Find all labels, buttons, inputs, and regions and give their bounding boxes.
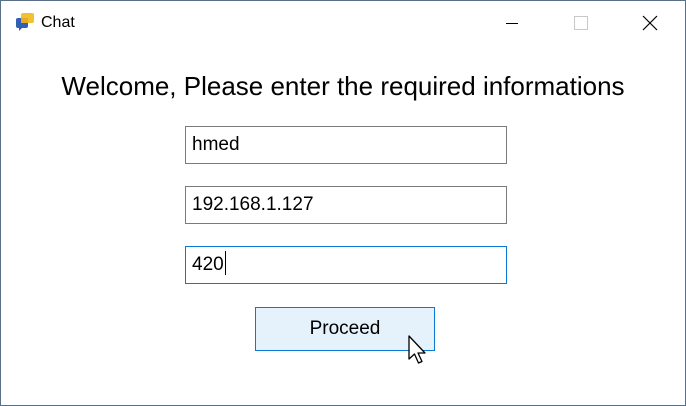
welcome-heading: Welcome, Please enter the required infor…: [61, 71, 625, 101]
mouse-pointer-icon: [408, 335, 426, 364]
port-value: 420: [192, 254, 224, 275]
username-field[interactable]: hmed: [185, 126, 507, 164]
minimize-button[interactable]: [489, 1, 535, 45]
close-icon: [642, 15, 658, 31]
maximize-button[interactable]: [558, 1, 604, 45]
ip-address-value: 192.168.1.127: [192, 194, 314, 215]
chat-app-icon: [15, 12, 35, 32]
title-bar[interactable]: Chat: [1, 1, 685, 45]
port-field[interactable]: 420: [185, 246, 507, 284]
minimize-icon: [506, 23, 518, 24]
close-button[interactable]: [627, 1, 673, 45]
chat-window: Chat Welcome, Please enter the required …: [0, 0, 686, 406]
username-value: hmed: [192, 134, 240, 155]
ip-address-field[interactable]: 192.168.1.127: [185, 186, 507, 224]
window-title: Chat: [41, 14, 75, 31]
text-caret: [224, 250, 226, 275]
maximize-icon: [574, 16, 588, 30]
